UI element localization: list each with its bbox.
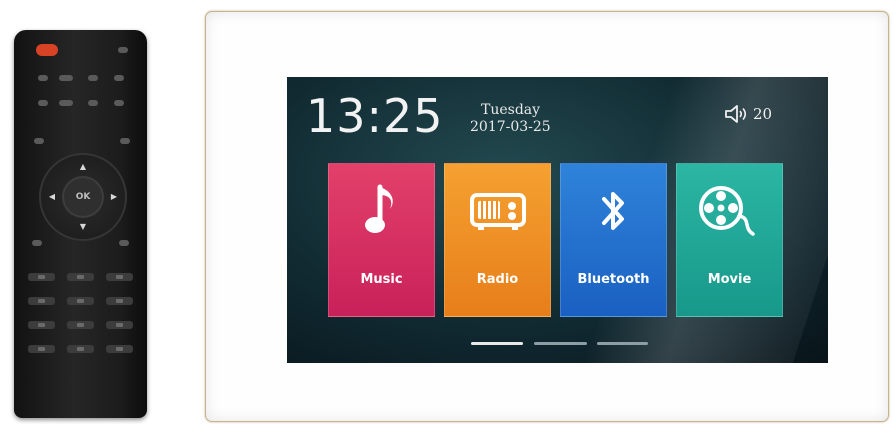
up-arrow-icon[interactable]: ▲ [78, 163, 88, 171]
remote-small-button[interactable] [34, 138, 44, 144]
app-label-radio: Radio [476, 272, 519, 287]
radio-icon [469, 193, 526, 230]
directional-pad[interactable]: ▲ ▼ ◀ ▶ OK [39, 153, 127, 241]
weekday-label: Tuesday [481, 102, 541, 118]
number-key[interactable] [67, 321, 94, 329]
remote-small-button[interactable] [88, 100, 98, 106]
date-label: 2017-03-25 [470, 119, 551, 135]
remote-small-button[interactable] [114, 75, 124, 81]
number-key[interactable] [28, 345, 55, 353]
number-key[interactable] [28, 297, 55, 305]
remote-small-button[interactable] [38, 100, 48, 106]
next-button[interactable] [119, 240, 129, 246]
remote-small-button[interactable] [59, 100, 73, 106]
page-indicator[interactable] [534, 342, 587, 345]
remote-small-button[interactable] [59, 75, 73, 81]
remote-small-button[interactable] [38, 75, 48, 81]
number-key[interactable] [67, 297, 94, 305]
remote-small-button[interactable] [88, 75, 98, 81]
app-tile-radio[interactable]: Radio [444, 163, 551, 317]
right-arrow-icon[interactable]: ▶ [109, 193, 119, 201]
remote-small-button[interactable] [114, 100, 124, 106]
down-arrow-icon[interactable]: ▼ [78, 223, 88, 231]
number-key[interactable] [28, 273, 55, 281]
left-arrow-icon[interactable]: ◀ [47, 193, 57, 201]
display-screen: 13:25 Tuesday 2017-03-25 20 Music Radio … [287, 77, 828, 363]
speaker-icon[interactable] [723, 103, 751, 125]
number-key[interactable] [28, 321, 55, 329]
remote-small-button[interactable] [118, 47, 128, 53]
clock-time: 13:25 [306, 89, 444, 143]
app-label-bluetooth: Bluetooth [577, 272, 650, 287]
remote-control: ▲ ▼ ◀ ▶ OK [14, 30, 147, 418]
volume-level: 20 [753, 105, 773, 123]
app-label-movie: Movie [707, 272, 752, 287]
number-key[interactable] [67, 345, 94, 353]
back-button[interactable] [32, 240, 42, 246]
film-reel-icon [698, 186, 755, 236]
app-tile-bluetooth[interactable]: Bluetooth [560, 163, 667, 317]
app-tile-music[interactable]: Music [328, 163, 435, 317]
number-key[interactable] [67, 273, 94, 281]
number-key[interactable] [106, 273, 133, 281]
page-indicator[interactable] [597, 342, 648, 345]
ok-button[interactable]: OK [64, 178, 102, 216]
remote-small-button[interactable] [120, 138, 130, 144]
bluetooth-icon [601, 192, 624, 230]
page-indicator-active[interactable] [471, 342, 523, 345]
app-tile-movie[interactable]: Movie [676, 163, 783, 317]
power-button[interactable] [36, 44, 58, 56]
number-key[interactable] [106, 297, 133, 305]
music-note-icon [364, 184, 393, 233]
number-key[interactable] [106, 321, 133, 329]
app-label-music: Music [360, 272, 403, 287]
number-key[interactable] [106, 345, 133, 353]
